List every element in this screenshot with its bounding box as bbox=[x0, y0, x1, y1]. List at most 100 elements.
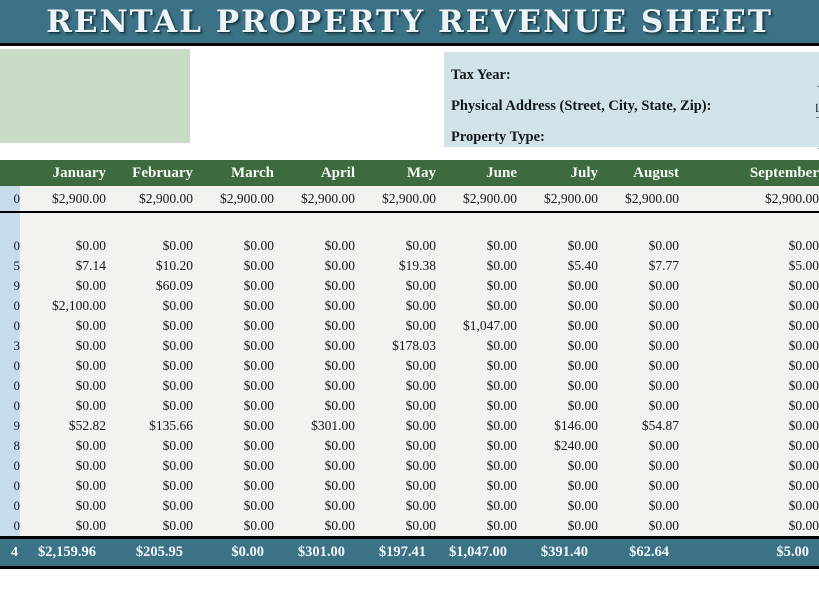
table-row-cell[interactable]: $0.00 bbox=[598, 396, 679, 416]
table-row-cell[interactable]: $0.00 bbox=[598, 336, 679, 356]
table-row-cell[interactable]: $0.00 bbox=[517, 456, 598, 476]
table-row-cell[interactable]: $0.00 bbox=[355, 456, 436, 476]
table-row-rent-lead-cell[interactable]: 0 bbox=[0, 186, 20, 213]
table-row-cell[interactable]: $0.00 bbox=[355, 436, 436, 456]
column-header-february[interactable]: February bbox=[106, 160, 193, 186]
column-header-march[interactable]: March bbox=[193, 160, 274, 186]
table-row-rent-cell[interactable]: $2,900.00 bbox=[679, 186, 819, 213]
table-row-totals-cell[interactable]: $62.64 bbox=[598, 536, 679, 569]
table-row-rent-cell[interactable]: $2,900.00 bbox=[193, 186, 274, 213]
table-row-cell[interactable]: $0.00 bbox=[517, 276, 598, 296]
table-row-cell[interactable]: $0.00 bbox=[274, 516, 355, 538]
table-row-lead-cell[interactable]: 0 bbox=[0, 396, 20, 416]
table-row-cell[interactable]: $0.00 bbox=[355, 276, 436, 296]
table-row-cell[interactable]: $0.00 bbox=[193, 396, 274, 416]
table-row-cell[interactable]: $0.00 bbox=[679, 336, 819, 356]
table-row-lead-cell[interactable]: 0 bbox=[0, 376, 20, 396]
table-row-cell[interactable]: $60.09 bbox=[106, 276, 193, 296]
table-row-cell[interactable]: $7.14 bbox=[20, 256, 106, 276]
table-row-lead-cell[interactable]: 0 bbox=[0, 316, 20, 336]
table-row-cell[interactable]: $0.00 bbox=[436, 436, 517, 456]
table-row-cell[interactable]: $0.00 bbox=[436, 516, 517, 538]
table-row-cell[interactable]: $240.00 bbox=[517, 436, 598, 456]
table-row-cell[interactable]: $0.00 bbox=[274, 296, 355, 316]
table-row-cell[interactable]: $0.00 bbox=[20, 376, 106, 396]
table-row-cell[interactable]: $0.00 bbox=[517, 296, 598, 316]
table-row-cell[interactable]: $0.00 bbox=[20, 516, 106, 538]
table-row-cell[interactable]: $0.00 bbox=[193, 436, 274, 456]
table-row-lead-cell[interactable]: 0 bbox=[0, 296, 20, 316]
table-row-cell[interactable]: $0.00 bbox=[106, 476, 193, 496]
table-row-cell[interactable]: $0.00 bbox=[20, 336, 106, 356]
table-row-cell[interactable]: $0.00 bbox=[193, 416, 274, 436]
table-row-cell[interactable]: $0.00 bbox=[598, 476, 679, 496]
table-row-cell[interactable]: $0.00 bbox=[436, 456, 517, 476]
column-header-may[interactable]: May bbox=[355, 160, 436, 186]
table-row-rent-cell[interactable]: $2,900.00 bbox=[517, 186, 598, 213]
table-row-cell[interactable]: $0.00 bbox=[274, 376, 355, 396]
table-row-cell[interactable]: $0.00 bbox=[436, 296, 517, 316]
table-row-cell[interactable]: $0.00 bbox=[355, 476, 436, 496]
table-row-spacer-cell[interactable] bbox=[193, 212, 274, 236]
table-row-cell[interactable]: $0.00 bbox=[20, 476, 106, 496]
table-row-cell[interactable]: $0.00 bbox=[436, 416, 517, 436]
table-row-cell[interactable]: $7.77 bbox=[598, 256, 679, 276]
table-row-cell[interactable]: $0.00 bbox=[193, 276, 274, 296]
table-row-cell[interactable]: $0.00 bbox=[436, 376, 517, 396]
table-row-totals-cell[interactable]: $197.41 bbox=[355, 536, 436, 569]
table-row-totals-cell[interactable]: $5.00 bbox=[679, 536, 819, 569]
table-row-cell[interactable]: $0.00 bbox=[598, 496, 679, 516]
table-row-cell[interactable]: $0.00 bbox=[20, 496, 106, 516]
table-row-cell[interactable]: $0.00 bbox=[106, 296, 193, 316]
table-row-cell[interactable]: $0.00 bbox=[598, 456, 679, 476]
table-row-cell[interactable]: $0.00 bbox=[598, 356, 679, 376]
table-row-cell[interactable]: $0.00 bbox=[436, 396, 517, 416]
table-row-rent-cell[interactable]: $2,900.00 bbox=[355, 186, 436, 213]
table-row-cell[interactable]: $0.00 bbox=[679, 316, 819, 336]
table-row-cell[interactable]: $0.00 bbox=[193, 256, 274, 276]
table-row-cell[interactable]: $0.00 bbox=[193, 356, 274, 376]
table-row-cell[interactable]: $0.00 bbox=[436, 496, 517, 516]
table-row-lead-cell[interactable]: 0 bbox=[0, 356, 20, 376]
table-row-cell[interactable]: $146.00 bbox=[517, 416, 598, 436]
table-row-totals-cell[interactable]: $391.40 bbox=[517, 536, 598, 569]
table-row-cell[interactable]: $0.00 bbox=[106, 436, 193, 456]
table-row-spacer-cell[interactable] bbox=[598, 212, 679, 236]
table-row-cell[interactable]: $0.00 bbox=[679, 456, 819, 476]
table-row-cell[interactable]: $0.00 bbox=[598, 436, 679, 456]
table-row-cell[interactable]: $0.00 bbox=[274, 476, 355, 496]
table-row-cell[interactable]: $0.00 bbox=[598, 276, 679, 296]
table-row-cell[interactable]: $0.00 bbox=[355, 516, 436, 538]
table-row-cell[interactable]: $0.00 bbox=[106, 376, 193, 396]
table-row-cell[interactable]: $0.00 bbox=[679, 276, 819, 296]
table-row-cell[interactable]: $5.40 bbox=[517, 256, 598, 276]
column-header-june[interactable]: June bbox=[436, 160, 517, 186]
table-row-cell[interactable]: $0.00 bbox=[274, 356, 355, 376]
table-row-lead-cell[interactable]: 3 bbox=[0, 336, 20, 356]
table-row-cell[interactable]: $0.00 bbox=[679, 356, 819, 376]
table-row-cell[interactable]: $0.00 bbox=[517, 496, 598, 516]
table-row-cell[interactable]: $0.00 bbox=[193, 376, 274, 396]
table-row-spacer-cell[interactable] bbox=[106, 212, 193, 236]
table-row-cell[interactable]: $0.00 bbox=[274, 496, 355, 516]
table-row-cell[interactable]: $0.00 bbox=[517, 336, 598, 356]
table-row-rent-cell[interactable]: $2,900.00 bbox=[20, 186, 106, 213]
table-row-cell[interactable]: $5.00 bbox=[679, 256, 819, 276]
table-row-cell[interactable]: $0.00 bbox=[193, 236, 274, 256]
table-row-cell[interactable]: $0.00 bbox=[274, 276, 355, 296]
table-row-spacer-cell[interactable] bbox=[679, 212, 819, 236]
table-row-totals-cell[interactable]: $205.95 bbox=[106, 536, 193, 569]
table-row-cell[interactable]: $0.00 bbox=[355, 316, 436, 336]
table-row-cell[interactable]: $0.00 bbox=[106, 316, 193, 336]
table-row-cell[interactable]: $0.00 bbox=[193, 296, 274, 316]
table-row-cell[interactable]: $0.00 bbox=[20, 276, 106, 296]
table-row-cell[interactable]: $0.00 bbox=[193, 456, 274, 476]
table-row-cell[interactable]: $0.00 bbox=[355, 236, 436, 256]
table-row-rent-cell[interactable]: $2,900.00 bbox=[106, 186, 193, 213]
column-header-july[interactable]: July bbox=[517, 160, 598, 186]
table-row-cell[interactable]: $19.38 bbox=[355, 256, 436, 276]
table-row-cell[interactable]: $0.00 bbox=[274, 256, 355, 276]
table-row-totals-cell[interactable]: $0.00 bbox=[193, 536, 274, 569]
table-row-cell[interactable]: $0.00 bbox=[679, 396, 819, 416]
table-row-rent-cell[interactable]: $2,900.00 bbox=[436, 186, 517, 213]
